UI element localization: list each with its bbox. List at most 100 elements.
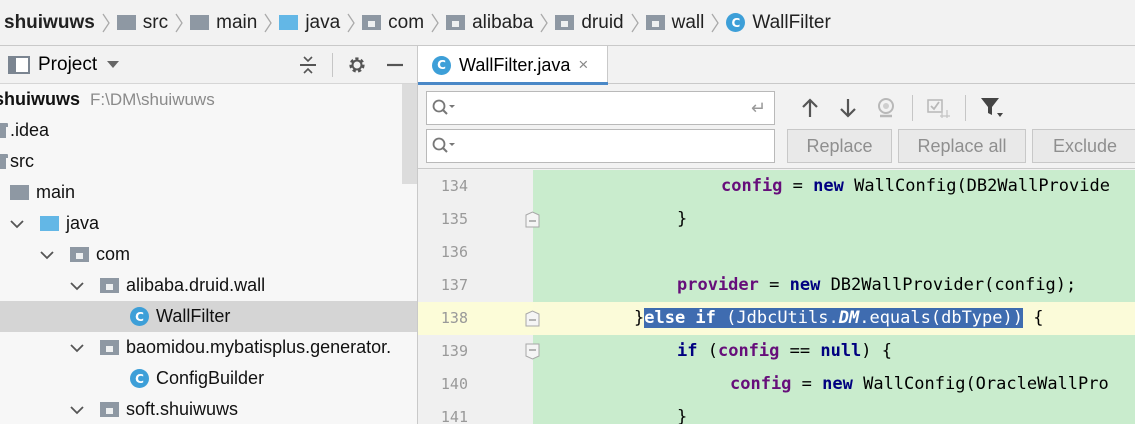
code-text: } bbox=[677, 209, 688, 229]
breadcrumb-item-java[interactable]: java bbox=[279, 0, 341, 45]
search-icon[interactable] bbox=[431, 97, 457, 119]
tree-item-label: .idea bbox=[10, 120, 50, 140]
tree-item-wallfilter[interactable]: C WallFilter bbox=[0, 301, 417, 332]
gear-icon bbox=[349, 57, 365, 73]
tree-item-com[interactable]: com bbox=[0, 239, 417, 270]
search-field[interactable]: ↵ bbox=[426, 91, 775, 125]
code-line-current: 138 }else if (JdbcUtils.DM.equals(dbType… bbox=[418, 302, 1135, 335]
code-text: config = new WallConfig(OracleWallPro bbox=[730, 374, 1109, 394]
exclude-button[interactable]: Exclude bbox=[1032, 129, 1135, 163]
find-toolbar bbox=[794, 91, 1008, 125]
chevron-down-icon[interactable] bbox=[70, 403, 84, 417]
line-number: 135 bbox=[440, 210, 468, 228]
breadcrumb-label: WallFilter bbox=[752, 11, 831, 33]
fold-end-icon[interactable] bbox=[524, 310, 541, 327]
line-number: 134 bbox=[440, 177, 468, 195]
collapse-all-button[interactable] bbox=[294, 51, 322, 79]
settings-button[interactable] bbox=[343, 51, 371, 79]
project-tree: shuiwuws F:\DM\shuiwuws .idea src main j… bbox=[0, 84, 417, 424]
tree-item-label: shuiwuws bbox=[0, 89, 81, 109]
editor-tab-bar: C WallFilter.java × bbox=[418, 46, 1135, 85]
source-folder-icon bbox=[279, 15, 299, 30]
breadcrumb-label: main bbox=[216, 11, 258, 33]
select-all-icon bbox=[927, 99, 950, 118]
breadcrumb-item-druid[interactable]: druid bbox=[555, 0, 624, 45]
tree-scrollbar-thumb[interactable] bbox=[402, 84, 417, 184]
tree-item-src[interactable]: src bbox=[0, 146, 417, 177]
chevron-down-icon[interactable] bbox=[70, 279, 84, 293]
line-number: 138 bbox=[440, 309, 468, 327]
tab-wallfilter-java[interactable]: C WallFilter.java × bbox=[418, 46, 608, 85]
breadcrumb-label: wall bbox=[671, 11, 705, 33]
tree-item-baomidou[interactable]: baomidou.mybatisplus.generator. bbox=[0, 332, 417, 363]
chevron-down-icon[interactable] bbox=[10, 217, 24, 231]
project-panel-header: Project bbox=[0, 46, 417, 84]
class-icon: C bbox=[130, 307, 149, 326]
tree-item-main[interactable]: main bbox=[0, 177, 417, 208]
fold-start-icon[interactable] bbox=[524, 343, 541, 360]
breadcrumb-label: java bbox=[305, 11, 341, 33]
tree-item-path: F:\DM\shuiwuws bbox=[90, 89, 215, 109]
tree-item-java[interactable]: java bbox=[0, 208, 417, 239]
tree-item-label: ConfigBuilder bbox=[156, 368, 265, 388]
project-view-selector[interactable]: Project bbox=[8, 54, 120, 76]
line-number: 139 bbox=[440, 342, 468, 360]
breadcrumb-label: com bbox=[388, 11, 425, 33]
select-all-occurrences-button[interactable] bbox=[923, 92, 955, 124]
code-text: config = new WallConfig(DB2WallProvide bbox=[721, 176, 1110, 196]
replace-input[interactable] bbox=[463, 131, 733, 161]
breadcrumb-item-com[interactable]: com bbox=[362, 0, 425, 45]
tree-item-project-root[interactable]: shuiwuws F:\DM\shuiwuws bbox=[0, 84, 417, 115]
next-occurrence-button[interactable] bbox=[832, 92, 864, 124]
tree-item-label: src bbox=[10, 151, 34, 171]
line-number: 140 bbox=[440, 375, 468, 393]
code-line: 136 bbox=[418, 236, 1135, 269]
minimize-icon bbox=[387, 63, 403, 67]
code-text: } bbox=[677, 407, 688, 424]
breadcrumb-item-src[interactable]: src bbox=[116, 0, 168, 45]
code-line: 141 } bbox=[418, 401, 1135, 424]
enter-icon: ↵ bbox=[750, 98, 766, 118]
code-line: 134 config = new WallConfig(DB2WallProvi… bbox=[418, 170, 1135, 203]
chevron-down-icon[interactable] bbox=[70, 341, 84, 355]
search-icon[interactable] bbox=[431, 135, 457, 157]
chevron-right-icon bbox=[260, 0, 276, 45]
hide-panel-button[interactable] bbox=[381, 51, 409, 79]
replace-all-button[interactable]: Replace all bbox=[898, 129, 1026, 163]
replace-field[interactable] bbox=[426, 129, 775, 163]
replace-button[interactable]: Replace bbox=[787, 129, 892, 163]
folder-icon bbox=[116, 15, 136, 30]
tree-item-alibaba-druid-wall[interactable]: alibaba.druid.wall bbox=[0, 270, 417, 301]
breadcrumb-item-alibaba[interactable]: alibaba bbox=[446, 0, 533, 45]
chevron-right-icon bbox=[627, 0, 643, 45]
tree-item-soft-shuiwuws[interactable]: soft.shuiwuws bbox=[0, 394, 417, 424]
package-icon bbox=[100, 278, 119, 293]
breadcrumb-item-file[interactable]: C WallFilter bbox=[726, 0, 831, 45]
package-icon bbox=[645, 15, 665, 30]
fold-end-icon[interactable] bbox=[524, 211, 541, 228]
folder-icon bbox=[190, 15, 210, 30]
chevron-down-icon[interactable] bbox=[40, 248, 54, 262]
find-all-button[interactable] bbox=[870, 92, 902, 124]
breadcrumb-item-project[interactable]: shuiwuws bbox=[4, 0, 95, 45]
code-line: 139 if (config == null) { bbox=[418, 335, 1135, 368]
tree-item-configbuilder[interactable]: C ConfigBuilder bbox=[0, 363, 417, 394]
chevron-right-icon bbox=[427, 0, 443, 45]
tree-item-idea[interactable]: .idea bbox=[0, 115, 417, 146]
package-icon bbox=[446, 15, 466, 30]
class-icon: C bbox=[726, 13, 746, 32]
chevron-right-icon bbox=[707, 0, 723, 45]
toolbar-separator bbox=[912, 95, 913, 121]
folder-icon bbox=[0, 123, 8, 138]
close-icon[interactable]: × bbox=[578, 55, 588, 75]
previous-occurrence-button[interactable] bbox=[794, 92, 826, 124]
code-editor[interactable]: 134 config = new WallConfig(DB2WallProvi… bbox=[418, 170, 1135, 424]
tree-item-label: alibaba.druid.wall bbox=[126, 275, 266, 295]
search-input[interactable] bbox=[463, 93, 733, 123]
breadcrumb-item-main[interactable]: main bbox=[190, 0, 258, 45]
code-text: provider = new DB2WallProvider(config); bbox=[677, 275, 1077, 295]
breadcrumb-item-wall[interactable]: wall bbox=[645, 0, 705, 45]
tree-item-label: main bbox=[36, 182, 76, 202]
breadcrumb: shuiwuws src main java com alibaba druid… bbox=[0, 0, 1135, 46]
filter-search-results-button[interactable] bbox=[976, 92, 1008, 124]
